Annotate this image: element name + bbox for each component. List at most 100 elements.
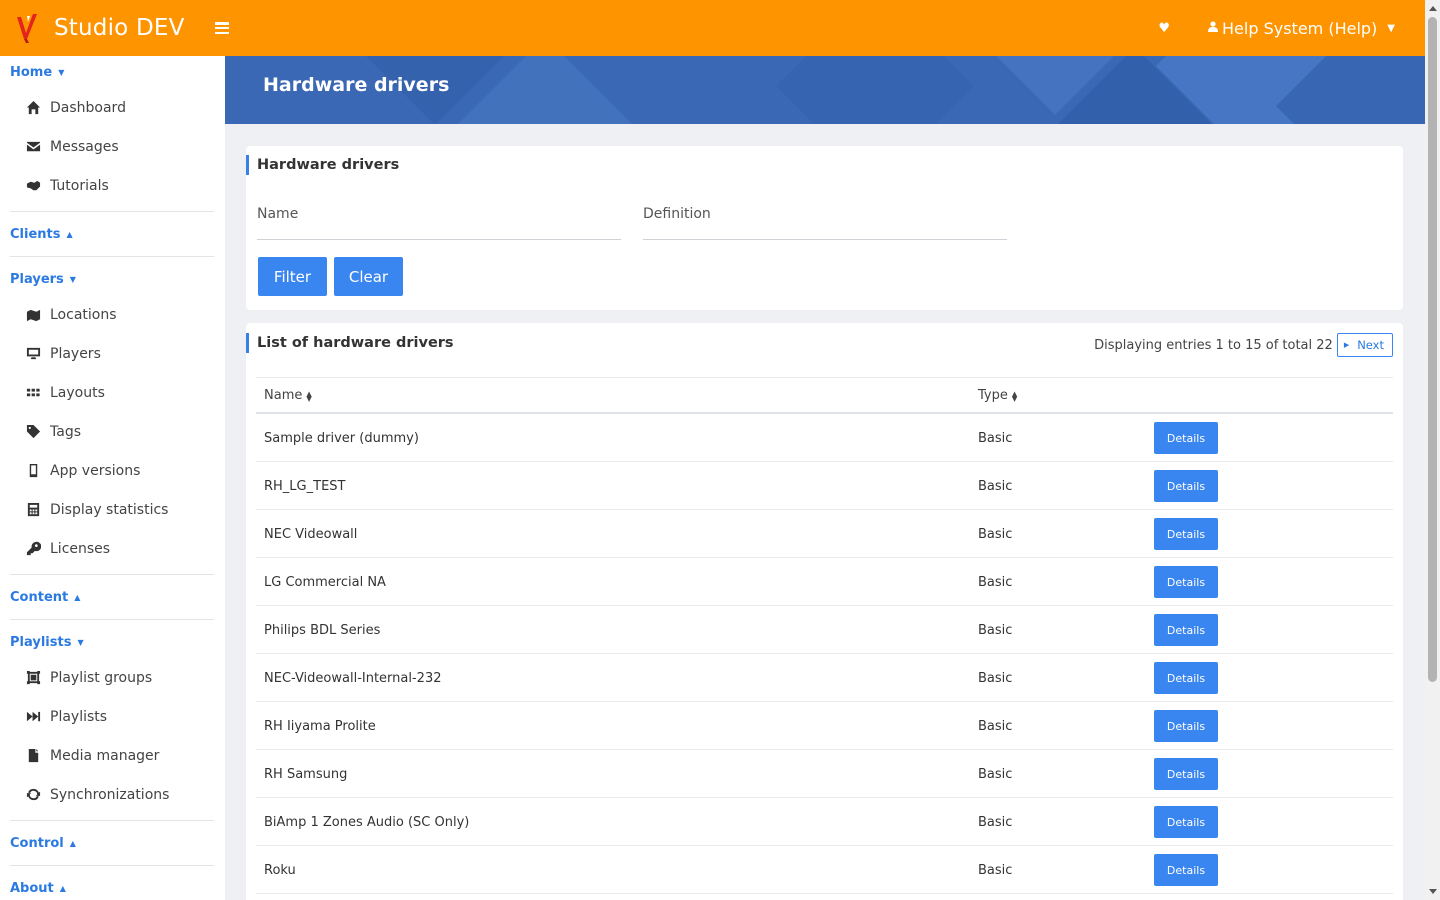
column-header-name[interactable]: Name ▲ ▼ [264, 388, 312, 403]
details-button[interactable]: Details [1154, 710, 1218, 742]
sidebar-item-label: Messages [50, 138, 119, 155]
section-label: Clients [10, 226, 61, 242]
page-scrollbar[interactable] [1425, 0, 1440, 900]
driver-type-cell: Basic [978, 862, 1013, 878]
sidebar-item-players[interactable]: Players [0, 334, 225, 373]
user-menu[interactable]: Help System (Help) ▼ [1208, 19, 1395, 38]
handshake-icon [24, 178, 42, 194]
sidebar-section-home[interactable]: Home ▼ [0, 56, 225, 88]
sidebar-item-dashboard[interactable]: Dashboard [0, 88, 225, 127]
sidebar-item-licenses[interactable]: Licenses [0, 529, 225, 568]
user-icon [1208, 21, 1219, 35]
mobile-icon [24, 463, 42, 479]
details-button[interactable]: Details [1154, 806, 1218, 838]
scroll-up-arrow-icon[interactable] [1429, 6, 1437, 11]
name-filter-input[interactable]: Name [257, 206, 621, 240]
definition-filter-input[interactable]: Definition [643, 206, 1007, 240]
drivers-table: Name ▲ ▼ Type ▲ ▼ Sample driver (dummy) Basic… [256, 377, 1393, 900]
sidebar-item-label: Tutorials [50, 177, 109, 194]
title-accent-bar [246, 333, 249, 353]
driver-type-cell: Basic [978, 718, 1013, 734]
sidebar-item-messages[interactable]: Messages [0, 127, 225, 166]
divider [10, 820, 214, 821]
favorites-heart-icon[interactable]: ♥ [1158, 21, 1170, 36]
sidebar-item-label: Dashboard [50, 99, 126, 116]
driver-type-cell: Basic [978, 574, 1013, 590]
driver-name-cell: RH_LG_TEST [264, 478, 346, 494]
key-icon [24, 541, 42, 557]
table-body: Sample driver (dummy) Basic Details RH_LG_T… [256, 414, 1393, 900]
divider [10, 619, 214, 620]
banner-decoration [776, 56, 974, 124]
table-row: Sample driver (dummy) Basic Details [256, 414, 1393, 462]
sidebar: Home ▼ Dashboard Messages Tutorials Clien… [0, 56, 225, 900]
sidebar-item-app-versions[interactable]: App versions [0, 451, 225, 490]
sidebar-item-label: Locations [50, 306, 117, 323]
app-title[interactable]: Studio DEV [54, 15, 185, 41]
column-header-type[interactable]: Type ▲ ▼ [978, 388, 1017, 403]
section-label: Content [10, 589, 69, 605]
sidebar-item-label: Synchronizations [50, 786, 170, 803]
next-page-button[interactable]: ▶ Next [1336, 333, 1393, 357]
sidebar-item-label: Playlist groups [50, 669, 153, 686]
table-row: NEC-Videowall-Internal-232 Basic Details [256, 654, 1393, 702]
sort-icon: ▲ ▼ [1011, 389, 1018, 403]
sidebar-item-label: Layouts [50, 384, 105, 401]
sidebar-item-locations[interactable]: Locations [0, 295, 225, 334]
sidebar-item-label: Tags [50, 423, 81, 440]
sidebar-section-content[interactable]: Content ▲ [0, 581, 225, 613]
details-button[interactable]: Details [1154, 566, 1218, 598]
details-button[interactable]: Details [1154, 614, 1218, 646]
details-button[interactable]: Details [1154, 422, 1218, 454]
details-button[interactable]: Details [1154, 662, 1218, 694]
scroll-down-arrow-icon[interactable] [1429, 889, 1437, 894]
app-logo[interactable] [14, 12, 40, 44]
sync-icon [24, 787, 42, 803]
chevron-up-icon: ▲ [59, 883, 66, 893]
details-button[interactable]: Details [1154, 470, 1218, 502]
table-row: BiAmp 1 Zones Audio (SC Only) Basic Detail… [256, 798, 1393, 846]
chevron-down-icon: ▼ [77, 637, 84, 647]
top-bar: Studio DEV ♥ Help System (Help) ▼ [0, 0, 1425, 56]
details-button[interactable]: Details [1154, 518, 1218, 550]
list-title-text: List of hardware drivers [257, 335, 454, 351]
sidebar-section-clients[interactable]: Clients ▲ [0, 218, 225, 250]
sidebar-item-playlist-groups[interactable]: Playlist groups [0, 658, 225, 697]
sidebar-section-players[interactable]: Players ▼ [0, 263, 225, 295]
map-marker-icon [24, 307, 42, 323]
sidebar-item-label: App versions [50, 462, 141, 479]
sidebar-item-label: Media manager [50, 747, 160, 764]
driver-name-cell: Roku [264, 862, 296, 878]
details-button[interactable]: Details [1154, 854, 1218, 886]
driver-name-cell: Sample driver (dummy) [264, 430, 419, 446]
sidebar-item-synchronizations[interactable]: Synchronizations [0, 775, 225, 814]
chevron-down-icon: ▼ [1387, 22, 1395, 34]
sidebar-item-label: Players [50, 345, 101, 362]
section-label: Control [10, 835, 64, 851]
filter-card: Hardware drivers Name Definition Filter … [246, 146, 1403, 310]
sidebar-item-layouts[interactable]: Layouts [0, 373, 225, 412]
sidebar-item-display-statistics[interactable]: Display statistics [0, 490, 225, 529]
table-row: RH Samsung Basic Details [256, 750, 1393, 798]
scroll-thumb[interactable] [1428, 17, 1437, 682]
driver-type-cell: Basic [978, 478, 1013, 494]
sidebar-section-playlists[interactable]: Playlists ▼ [0, 626, 225, 658]
desktop-icon [24, 346, 42, 362]
sidebar-item-tutorials[interactable]: Tutorials [0, 166, 225, 205]
menu-toggle-icon[interactable] [214, 22, 229, 34]
logo-icon [17, 14, 37, 43]
sidebar-item-media-manager[interactable]: Media manager [0, 736, 225, 775]
sidebar-section-control[interactable]: Control ▲ [0, 827, 225, 859]
top-right-area: ♥ Help System (Help) ▼ [1158, 19, 1395, 38]
driver-name-cell: BiAmp 1 Zones Audio (SC Only) [264, 814, 470, 830]
table-row: NEC Videowall Basic Details [256, 510, 1393, 558]
clear-button[interactable]: Clear [334, 257, 403, 296]
table-row: Roku Basic Details [256, 846, 1393, 894]
details-button[interactable]: Details [1154, 758, 1218, 790]
filter-title-text: Hardware drivers [257, 157, 400, 173]
sidebar-item-tags[interactable]: Tags [0, 412, 225, 451]
sidebar-item-playlists[interactable]: Playlists [0, 697, 225, 736]
filter-button[interactable]: Filter [258, 257, 327, 296]
user-label: Help System (Help) [1222, 18, 1378, 38]
sidebar-section-about[interactable]: About ▲ [0, 872, 225, 900]
